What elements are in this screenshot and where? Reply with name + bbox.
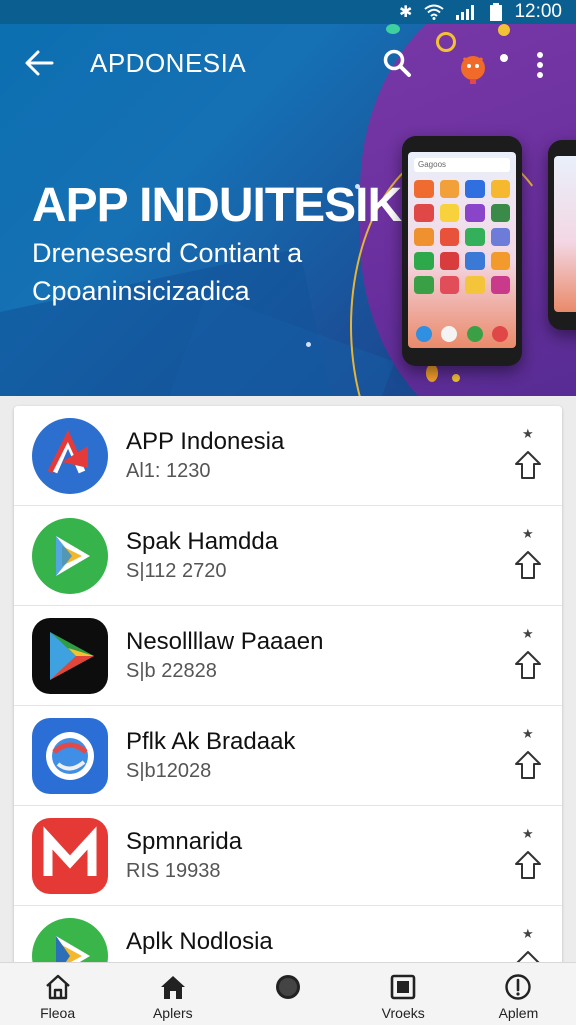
app-icon-play-store [32,618,108,694]
phone-illustration-secondary [548,140,576,330]
mini-app-icon [439,228,459,246]
phone-dock [416,326,508,342]
install-icon[interactable] [514,750,542,780]
nav-item-aplem[interactable]: Aplem [461,963,576,1025]
app-name: Pflk Ak Bradaak [126,728,296,755]
phone-screen [554,156,576,312]
mini-app-icon [465,204,485,222]
app-icon-green-play [32,518,108,594]
decor-dot [426,364,438,382]
app-name: APP Indonesia [126,428,285,455]
wifi-icon [424,4,445,20]
app-list-item[interactable]: Nesollllaw Paaaen S|b 22828 ★ [14,606,562,706]
decor-dot [355,184,360,189]
mini-app-icon [465,228,485,246]
nav-item-apps[interactable]: Aplers [115,963,230,1025]
mascot-icon [461,56,485,84]
nav-label: Aplem [498,1005,539,1021]
mini-app-icon [439,252,459,270]
nav-item-vroeks[interactable]: Vroeks [346,963,461,1025]
app-meta: RIS 19938 [126,860,221,882]
app-bar-title: APDONESIA [90,48,247,78]
mini-app-icon [439,204,459,222]
mini-app-icon [439,276,459,294]
app-meta: S|b 22828 [126,660,217,682]
home-outline-icon [45,974,70,1000]
hero-subtitle-line1: Drenesesrd Contiant a [32,238,303,268]
app-icon-red-m [32,818,108,894]
app-name: Spak Hamdda [126,528,279,555]
info-circle-icon [505,974,532,1000]
hero-subtitle-line2: Cpoaninsicizadica [32,276,250,306]
install-icon[interactable] [514,550,542,580]
install-icon[interactable] [514,850,542,880]
mini-app-icon [414,228,434,246]
app-list-item[interactable]: Spmnarida RIS 19938 ★ [14,806,562,906]
decor-dot [306,342,311,347]
star-icon: ★ [522,926,534,941]
mini-app-icon [490,252,510,270]
mini-app-icon [465,180,485,198]
mini-app-icon [465,276,485,294]
nav-label: Fleoa [40,1005,76,1021]
decor-dot [452,374,460,382]
bluetooth-icon: ✱ [399,4,413,21]
star-icon: ★ [522,826,534,841]
dock-app-icon [416,326,432,342]
more-vert-icon[interactable] [528,50,552,80]
app-meta: S|112 2720 [126,560,227,582]
mini-app-icon [490,180,510,198]
star-icon: ★ [522,626,534,641]
dock-app-icon [466,326,483,342]
nav-item-home[interactable]: Fleoa [0,963,115,1025]
square-icon [390,974,416,1000]
mini-app-icon [465,252,485,270]
status-time: 12:00 [514,1,562,22]
phone-screen: Gagoos [408,152,516,348]
nav-label: Vroeks [381,1005,425,1021]
app-meta: Al1: 1230 [126,460,211,482]
app-icon-blue-globe [32,718,108,794]
phone-illustration: Gagoos [402,136,522,366]
app-icon-red-a [32,418,108,494]
star-icon: ★ [522,726,534,741]
phone-search-bar: Gagoos [414,158,510,172]
nav-label: Aplers [152,1005,193,1021]
mini-app-icon [490,204,510,222]
app-list-item[interactable]: Pflk Ak Bradaak S|b12028 ★ [14,706,562,806]
install-icon[interactable] [514,450,542,480]
dock-app-icon [441,326,458,342]
search-icon[interactable] [382,48,412,78]
app-name: Aplk Nodlosia [126,928,273,955]
bottom-navigation: Fleoa Aplers Vroeks Aplem [0,962,576,1025]
signal-icon [456,5,475,20]
app-bar: APDONESIA [0,24,576,100]
nav-item-center[interactable] [230,963,345,1025]
star-icon: ★ [522,526,534,541]
mini-app-icon [439,180,459,198]
hero-title: APP INDUITESIK [32,179,402,232]
app-name: Spmnarida [126,828,243,855]
status-icons: ✱ 12:00 [399,0,562,24]
home-filled-icon [160,976,185,999]
status-bar: ✱ 12:00 [0,0,576,24]
mini-app-icon [490,276,510,294]
app-list-item[interactable]: Spak Hamdda S|112 2720 ★ [14,506,562,606]
mini-app-icon [414,276,434,294]
mini-app-icon [490,228,510,246]
mini-app-icon [414,204,434,222]
back-arrow-icon[interactable] [24,48,54,78]
battery-icon [490,3,503,21]
mini-app-icon [414,180,434,198]
app-list-item[interactable]: APP Indonesia Al1: 1230 ★ [14,406,562,506]
mini-app-icon [414,252,434,270]
dock-app-icon [491,326,508,342]
circle-icon [276,975,300,999]
install-icon[interactable] [514,650,542,680]
star-icon: ★ [522,426,534,441]
app-meta: S|b12028 [126,760,212,782]
app-name: Nesollllaw Paaaen [126,628,324,655]
app-list: APP Indonesia Al1: 1230 ★ Spak Hamdda S|… [14,406,562,1006]
phone-app-grid [414,180,510,294]
